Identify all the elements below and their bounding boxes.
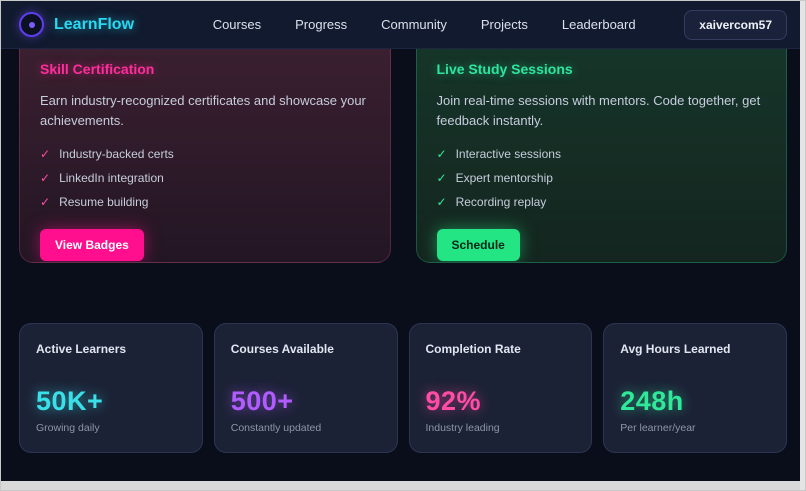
feature-card-description: Join real-time sessions with mentors. Co… <box>436 93 761 129</box>
feature-list-item: ✓ LinkedIn integration <box>40 171 370 185</box>
stat-card-courses-available: Courses Available 500+ Constantly update… <box>213 323 398 453</box>
feature-list-item: ✓ Expert mentorship <box>437 171 767 185</box>
check-icon: ✓ <box>40 195 51 210</box>
feature-card-live-study-sessions: Live Study Sessions Join real-time sessi… <box>415 49 787 263</box>
stat-label: Completion Rate <box>425 342 521 356</box>
stat-sublabel: Industry leading <box>425 422 500 434</box>
stat-value: 500+ <box>230 386 294 416</box>
feature-list-item: ✓ Industry-backed certs <box>40 147 370 161</box>
brand-name: LearnFlow <box>54 15 135 33</box>
vertical-scrollbar[interactable] <box>800 1 805 490</box>
stat-label: Active Learners <box>36 342 127 356</box>
stat-sublabel: Constantly updated <box>230 422 322 434</box>
feature-item-label: Recording replay <box>455 195 547 210</box>
stat-value: 248h <box>620 386 684 416</box>
page: LearnFlow Courses Progress Community Pro… <box>0 0 806 491</box>
feature-card-title: Live Study Sessions <box>436 61 573 77</box>
feature-item-label: Resume building <box>59 195 149 210</box>
stat-label: Courses Available <box>230 342 334 356</box>
feature-card-title: Skill Certification <box>40 61 155 77</box>
feature-card-skill-certification: Skill Certification Earn industry-recogn… <box>19 49 391 263</box>
feature-list: ✓ Interactive sessions ✓ Expert mentorsh… <box>437 147 767 209</box>
nav-link-projects[interactable]: Projects <box>481 17 528 32</box>
user-button[interactable]: xaivercom57 <box>684 9 787 40</box>
check-icon: ✓ <box>40 147 51 162</box>
feature-item-label: Interactive sessions <box>455 147 561 162</box>
main-content: Skill Certification Earn industry-recogn… <box>1 49 805 453</box>
feature-list: ✓ Industry-backed certs ✓ LinkedIn integ… <box>40 147 370 209</box>
stat-card-completion-rate: Completion Rate 92% Industry leading <box>408 323 593 453</box>
feature-list-item: ✓ Recording replay <box>437 195 767 209</box>
logo-icon <box>19 12 44 37</box>
feature-list-item: ✓ Interactive sessions <box>437 147 767 161</box>
view-badges-button[interactable]: View Badges <box>40 229 144 262</box>
feature-list-item: ✓ Resume building <box>40 195 370 209</box>
check-icon: ✓ <box>436 147 447 162</box>
schedule-button[interactable]: Schedule <box>436 229 520 262</box>
brand[interactable]: LearnFlow <box>19 12 134 37</box>
check-icon: ✓ <box>40 171 51 186</box>
stat-sublabel: Growing daily <box>36 422 100 434</box>
nav-links: Courses Progress Community Projects Lead… <box>183 17 636 32</box>
stat-value: 92% <box>425 386 482 416</box>
nav-link-progress[interactable]: Progress <box>295 17 347 32</box>
nav-link-community[interactable]: Community <box>381 17 447 32</box>
stat-sublabel: Per learner/year <box>620 422 696 434</box>
horizontal-scrollbar[interactable] <box>1 481 805 490</box>
feature-item-label: Expert mentorship <box>455 171 553 186</box>
feature-cards-section: Skill Certification Earn industry-recogn… <box>19 49 787 263</box>
nav-link-courses[interactable]: Courses <box>213 17 261 32</box>
stat-label: Avg Hours Learned <box>620 342 731 356</box>
feature-card-description: Earn industry-recognized certificates an… <box>40 93 366 129</box>
feature-item-label: LinkedIn integration <box>59 171 164 186</box>
check-icon: ✓ <box>436 171 447 186</box>
stat-value: 50K+ <box>36 386 104 416</box>
nav-link-leaderboard[interactable]: Leaderboard <box>562 17 636 32</box>
navbar: LearnFlow Courses Progress Community Pro… <box>1 1 805 49</box>
stats-section: Active Learners 50K+ Growing daily Cours… <box>19 323 787 453</box>
feature-item-label: Industry-backed certs <box>59 147 174 162</box>
stat-card-active-learners: Active Learners 50K+ Growing daily <box>19 323 203 453</box>
stat-card-avg-hours-learned: Avg Hours Learned 248h Per learner/year <box>603 323 787 453</box>
check-icon: ✓ <box>436 195 447 210</box>
